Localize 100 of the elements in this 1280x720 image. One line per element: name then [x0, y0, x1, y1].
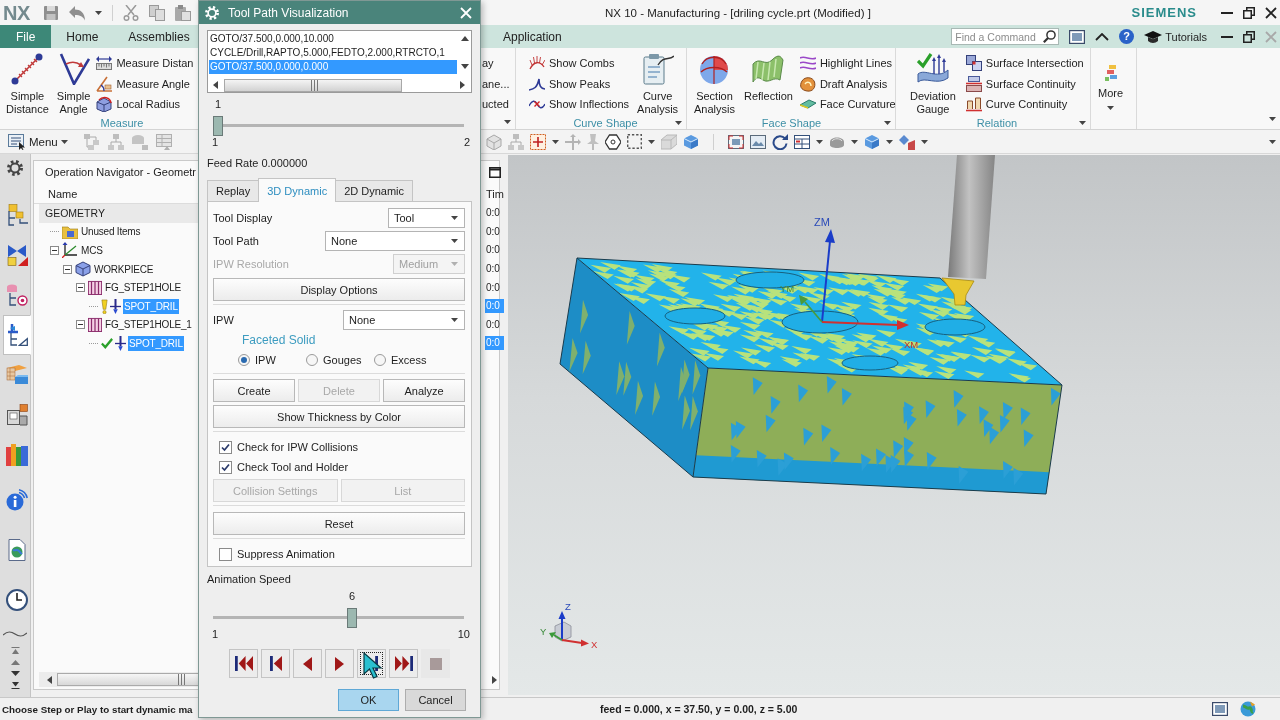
play-reverse-button[interactable] — [293, 649, 322, 678]
settings-icon[interactable] — [7, 160, 23, 176]
caret-icon[interactable] — [1269, 139, 1276, 144]
scroll-down-icon[interactable] — [10, 671, 20, 676]
ribbon-button[interactable]: Measure Angle — [96, 73, 194, 94]
copy-icon[interactable] — [148, 4, 165, 21]
collapse-icon[interactable] — [76, 320, 85, 330]
cylinder-node-icon[interactable] — [131, 133, 148, 150]
ribbon-button[interactable]: Simple Angle — [54, 51, 93, 116]
list-item[interactable]: GOTO/37.500,0.000,10.000 — [209, 32, 457, 46]
node-tree-icon[interactable] — [508, 133, 524, 150]
checkbox[interactable] — [219, 440, 232, 454]
step-back-button[interactable] — [261, 649, 290, 678]
play-button[interactable] — [325, 649, 354, 678]
dialog-button[interactable]: Display Options — [213, 278, 465, 301]
list-item[interactable]: CYCLE/Drill,RAPTO,5.000,FEDTO,2.000,RTRCTO,1 — [209, 46, 457, 60]
ribbon-tab[interactable]: Home — [51, 25, 114, 48]
radio-button[interactable] — [238, 354, 250, 366]
dialog-button[interactable]: Reset — [213, 512, 465, 535]
collapse-icon[interactable] — [63, 264, 72, 274]
caret-icon[interactable] — [921, 139, 928, 144]
hexagon-icon[interactable] — [605, 133, 621, 150]
scroll-down-icon[interactable] — [460, 64, 469, 69]
skip-to-start-button[interactable] — [229, 649, 258, 678]
scroll-right-icon[interactable] — [460, 81, 465, 89]
dropdown[interactable]: Tool — [388, 207, 465, 228]
slider-thumb[interactable] — [213, 116, 223, 136]
checkbox-label[interactable]: Suppress Animation — [237, 548, 335, 560]
checkbox[interactable] — [219, 460, 232, 474]
slider-thumb[interactable] — [347, 608, 357, 628]
radio-label[interactable]: Excess — [391, 354, 427, 366]
ribbon-button[interactable]: Show Inflections — [529, 94, 630, 115]
scroll-thumb[interactable] — [224, 78, 402, 92]
node-boxes-icon[interactable] — [83, 133, 100, 150]
ribbon-button[interactable]: ane... — [482, 73, 510, 94]
radio-label[interactable]: Gouges — [323, 354, 362, 366]
ribbon-button[interactable]: Show Combs — [529, 53, 630, 74]
ribbon-tab[interactable]: File — [0, 25, 52, 48]
window-icon[interactable] — [1069, 29, 1086, 44]
window-layout-icon[interactable] — [794, 134, 810, 149]
collapse-icon[interactable] — [76, 283, 85, 293]
minimize-icon[interactable] — [1221, 11, 1233, 14]
dropdown[interactable]: None — [325, 230, 465, 251]
radio-label[interactable]: IPW — [255, 354, 276, 366]
ribbon-tab[interactable]: Application — [480, 25, 577, 48]
chevron-up-icon[interactable] — [1095, 32, 1110, 41]
skip-to-end-button[interactable] — [389, 649, 418, 678]
tree-item[interactable]: FG_STEP1HOLE — [104, 280, 182, 296]
checkbox-label[interactable]: Check Tool and Holder — [237, 461, 349, 473]
undo-icon[interactable] — [68, 4, 85, 21]
dialog-button[interactable]: Analyze — [383, 379, 465, 402]
ribbon-button[interactable]: Curve Continuity — [965, 94, 1084, 115]
ribbon-button[interactable]: Face Curvature — [799, 94, 896, 115]
ribbon-button[interactable]: Local Radius — [96, 94, 194, 115]
tab[interactable]: 2D Dynamic — [335, 180, 414, 201]
ribbon-button[interactable]: Measure Distan — [96, 53, 194, 74]
scroll-right-icon[interactable] — [492, 675, 497, 684]
dialog-button[interactable]: Cancel — [405, 689, 466, 711]
collapse-icon[interactable] — [50, 246, 59, 255]
checkbox[interactable] — [219, 547, 232, 561]
caret-icon[interactable] — [884, 120, 891, 125]
scroll-left-icon[interactable] — [47, 675, 52, 684]
cube-icon[interactable] — [864, 133, 880, 150]
scroll-to-top-icon[interactable] — [10, 647, 20, 654]
tab[interactable]: Replay — [207, 180, 260, 201]
save-icon[interactable] — [42, 4, 59, 21]
ribbon-button[interactable]: Simple Distance — [4, 51, 51, 116]
more-button[interactable]: More — [1096, 51, 1126, 112]
tree-item[interactable]: FG_STEP1HOLE_1 — [104, 317, 193, 333]
caret-icon[interactable] — [94, 10, 102, 15]
fit-view-icon[interactable] — [728, 134, 744, 149]
caret-icon[interactable] — [648, 139, 655, 144]
ribbon-button[interactable]: Highlight Lines — [799, 53, 896, 74]
caret-icon[interactable] — [1269, 117, 1276, 121]
window-icon[interactable] — [1212, 702, 1228, 716]
dialog-button[interactable]: Create — [213, 379, 295, 402]
ribbon-button[interactable]: Section Analysis — [692, 51, 737, 116]
dropdown[interactable]: None — [343, 309, 465, 330]
scroll-up-icon[interactable] — [460, 36, 469, 41]
tree-item[interactable]: MCS — [80, 243, 104, 258]
caret-icon[interactable] — [675, 120, 682, 125]
radio-button[interactable] — [306, 354, 318, 366]
minimize-icon[interactable] — [1221, 35, 1233, 38]
dialog-button[interactable]: OK — [338, 689, 399, 711]
caret-icon[interactable] — [552, 139, 559, 144]
ribbon-button[interactable]: ucted — [482, 94, 510, 115]
command-search-field[interactable]: Find a Command — [951, 28, 1060, 45]
resource-tab[interactable] — [3, 315, 31, 355]
tab[interactable]: 3D Dynamic — [258, 178, 337, 202]
scroll-to-bottom-icon[interactable] — [10, 682, 20, 689]
checkbox-label[interactable]: Check for IPW Collisions — [237, 441, 359, 453]
ribbon-button[interactable]: Draft Analysis — [799, 73, 896, 94]
ribbon-button[interactable]: Deviation Gauge — [908, 51, 958, 116]
menu-button[interactable]: Menu — [8, 133, 76, 150]
restore-icon[interactable] — [1243, 6, 1255, 19]
help-button[interactable]: ? — [1119, 29, 1135, 44]
close-icon[interactable] — [1265, 6, 1277, 19]
cube-icon[interactable] — [683, 133, 699, 150]
caret-icon[interactable] — [816, 139, 823, 144]
ribbon-button[interactable]: Curve Analysis — [635, 51, 681, 116]
